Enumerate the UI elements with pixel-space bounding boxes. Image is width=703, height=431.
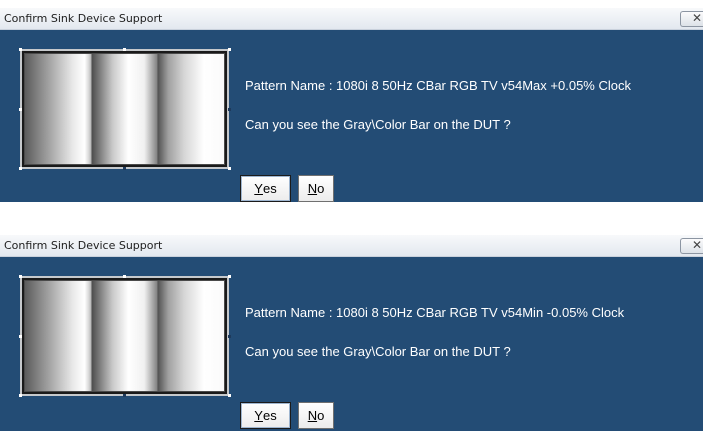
resize-handle [123, 275, 126, 278]
yes-accelerator: Y [254, 181, 263, 196]
resize-handle [228, 108, 231, 111]
no-button[interactable]: No [298, 402, 334, 429]
pattern-preview [20, 49, 229, 169]
pattern-name-text: Pattern Name : 1080i 8 50Hz CBar RGB TV … [245, 78, 631, 93]
resize-handle [228, 275, 231, 278]
resize-handle [19, 167, 22, 170]
confirm-sink-dialog-max: Confirm Sink Device Support ✕ Pattern Na… [0, 8, 703, 202]
resize-handle [228, 167, 231, 170]
no-button[interactable]: No [298, 175, 334, 202]
title-bar: Confirm Sink Device Support ✕ [0, 235, 703, 257]
gray-color-bar-image [24, 53, 225, 165]
question-text: Can you see the Gray\Color Bar on the DU… [245, 344, 511, 359]
resize-handle [228, 335, 231, 338]
close-icon: ✕ [692, 238, 703, 252]
resize-handle [19, 275, 22, 278]
title-bar: Confirm Sink Device Support ✕ [0, 8, 703, 30]
dialog-title: Confirm Sink Device Support [4, 12, 163, 25]
resize-handle [123, 167, 126, 170]
close-button[interactable]: ✕ [680, 11, 703, 27]
no-accelerator: N [307, 408, 318, 423]
yes-label-rest: es [262, 408, 277, 423]
resize-handle [19, 335, 22, 338]
yes-accelerator: Y [254, 408, 263, 423]
pattern-name-value: 1080i 8 50Hz CBar RGB TV v54Max +0.05% C… [336, 78, 631, 93]
resize-handle [19, 48, 22, 51]
resize-handle [19, 108, 22, 111]
dialog-body: Pattern Name : 1080i 8 50Hz CBar RGB TV … [0, 257, 703, 431]
resize-handle [123, 394, 126, 397]
no-accelerator: N [307, 181, 318, 196]
pattern-preview [20, 276, 229, 396]
pattern-name-label: Pattern Name : [245, 78, 337, 93]
resize-handle [123, 48, 126, 51]
close-icon: ✕ [692, 11, 703, 25]
yes-button[interactable]: Yes [240, 175, 291, 202]
no-label-rest: o [317, 181, 325, 196]
no-label-rest: o [317, 408, 325, 423]
gray-color-bar-image [24, 280, 225, 392]
pattern-name-text: Pattern Name : 1080i 8 50Hz CBar RGB TV … [245, 305, 624, 320]
close-button[interactable]: ✕ [680, 238, 703, 254]
resize-handle [228, 394, 231, 397]
question-text: Can you see the Gray\Color Bar on the DU… [245, 117, 511, 132]
resize-handle [19, 394, 22, 397]
dialog-body: Pattern Name : 1080i 8 50Hz CBar RGB TV … [0, 30, 703, 202]
yes-button[interactable]: Yes [240, 402, 291, 429]
resize-handle [228, 48, 231, 51]
yes-label-rest: es [262, 181, 277, 196]
dialog-title: Confirm Sink Device Support [4, 239, 163, 252]
pattern-name-label: Pattern Name : [245, 305, 337, 320]
pattern-name-value: 1080i 8 50Hz CBar RGB TV v54Min -0.05% C… [336, 305, 625, 320]
confirm-sink-dialog-min: Confirm Sink Device Support ✕ Pattern Na… [0, 235, 703, 431]
